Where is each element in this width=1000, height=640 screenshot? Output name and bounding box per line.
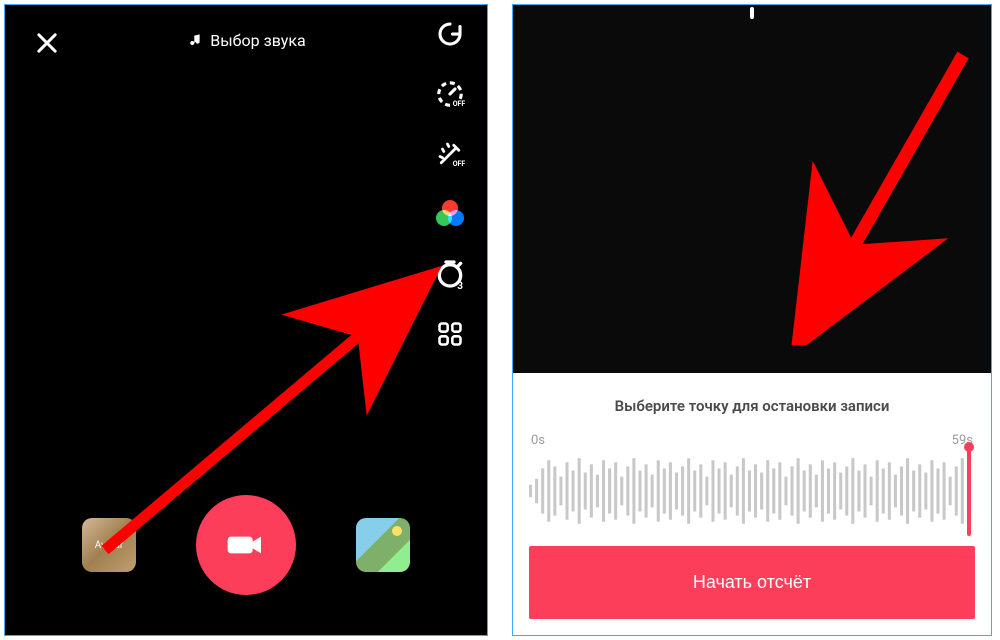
top-indicator <box>750 7 754 19</box>
waveform-scrubber[interactable] <box>529 450 975 532</box>
speed-off-badge: OFF <box>452 100 467 108</box>
timer-sheet: Выберите точку для остановки записи 0s 5… <box>513 373 991 635</box>
timer-range-start: 0s <box>531 433 545 448</box>
effects-thumbnail-label: Avatar <box>95 540 124 551</box>
upload-thumbnail[interactable] <box>356 518 410 572</box>
more-tools-button[interactable] <box>433 317 467 351</box>
start-countdown-label: Начать отсчёт <box>693 572 811 593</box>
timer-seconds-badge: 3 <box>457 281 463 292</box>
flip-camera-button[interactable] <box>433 17 467 51</box>
timer-dim-backdrop <box>513 5 991 375</box>
stop-point-handle[interactable] <box>965 446 973 536</box>
filters-button[interactable] <box>433 197 467 231</box>
timer-range-labels: 0s 59s <box>529 433 975 448</box>
effects-thumbnail[interactable]: Avatar <box>82 518 136 572</box>
beauty-off-badge: OFF <box>452 160 467 168</box>
video-camera-icon <box>226 525 266 565</box>
grid-icon <box>436 320 464 348</box>
side-toolbar: OFF OFF 3 <box>433 17 467 351</box>
start-countdown-button[interactable]: Начать отсчёт <box>529 546 975 619</box>
camera-top-bar: Выбор звука <box>5 15 487 55</box>
timer-sheet-title: Выберите точку для остановки записи <box>529 397 975 415</box>
beauty-button[interactable]: OFF <box>433 137 467 171</box>
camera-bottom-bar: Avatar <box>5 495 487 595</box>
music-note-icon <box>186 33 202 49</box>
flip-icon <box>435 19 465 49</box>
record-button[interactable] <box>196 495 296 595</box>
timer-button[interactable]: 3 <box>433 257 467 291</box>
waveform-icon <box>529 450 975 532</box>
close-button[interactable] <box>33 29 61 57</box>
timer-sheet-screen: Выберите точку для остановки записи 0s 5… <box>512 4 992 636</box>
sound-select-label: Выбор звука <box>210 31 305 50</box>
speed-button[interactable]: OFF <box>433 77 467 111</box>
camera-screen: Выбор звука OFF OFF 3 Avatar <box>4 4 488 636</box>
close-icon <box>33 29 61 57</box>
filters-rgb-icon <box>436 200 464 228</box>
sound-select-button[interactable]: Выбор звука <box>186 31 305 50</box>
